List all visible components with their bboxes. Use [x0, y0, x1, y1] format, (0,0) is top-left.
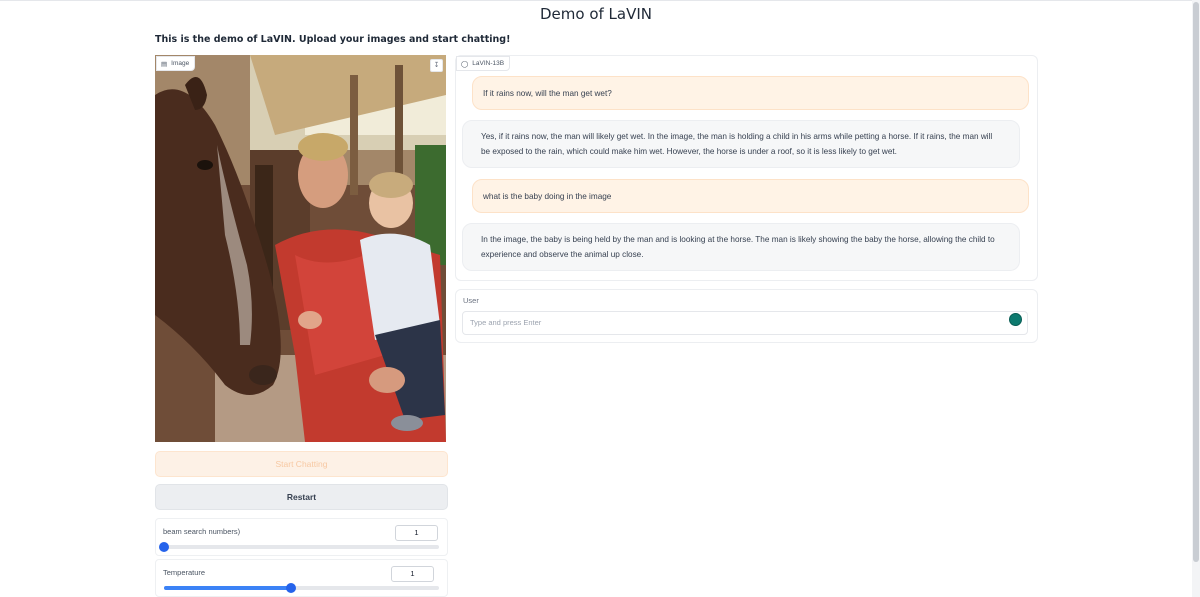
chatbot-label: ◯ LaVIN-13B: [456, 56, 511, 71]
start-chatting-button[interactable]: Start Chatting: [155, 451, 448, 477]
uploaded-image[interactable]: [155, 55, 446, 442]
temperature-number-input[interactable]: 1: [391, 566, 434, 582]
beam-search-number-input[interactable]: 1: [395, 525, 438, 541]
temperature-slider-fill: [164, 586, 291, 590]
temperature-slider-handle[interactable]: [285, 583, 296, 593]
scrollbar-thumb[interactable]: [1193, 2, 1199, 562]
temperature-slider-track[interactable]: [164, 583, 439, 593]
grammarly-icon[interactable]: [1009, 313, 1022, 326]
beam-search-slider-handle[interactable]: [159, 542, 169, 552]
temperature-slider-box: Temperature 1: [155, 559, 448, 597]
user-message: what is the baby doing in the image: [472, 179, 1029, 213]
beam-search-slider-box: beam search numbers) 1: [155, 518, 448, 556]
download-icon: ↧: [433, 62, 440, 69]
beam-search-label: beam search numbers): [163, 527, 241, 536]
photo-horse-man-baby: [155, 55, 446, 442]
user-message: If it rains now, will the man get wet?: [472, 76, 1029, 110]
chat-icon: ◯: [461, 60, 469, 68]
page-scrollbar[interactable]: [1192, 0, 1200, 597]
restart-button[interactable]: Restart: [155, 484, 448, 510]
bot-message: In the image, the baby is being held by …: [462, 223, 1020, 271]
page-title: Demo of LaVIN: [539, 5, 653, 23]
image-icon: ▤: [161, 60, 168, 68]
download-button[interactable]: ↧: [430, 59, 443, 72]
top-border: [0, 0, 1200, 1]
temperature-label: Temperature: [163, 568, 206, 577]
bot-message: Yes, if it rains now, the man will likel…: [462, 120, 1020, 168]
user-input-label: User: [463, 296, 479, 305]
user-text-input[interactable]: Type and press Enter: [462, 311, 1028, 335]
page-subtitle: This is the demo of LaVIN. Upload your i…: [155, 34, 511, 45]
beam-search-slider-track[interactable]: [159, 542, 439, 552]
chatbot-label-text: LaVIN-13B: [472, 60, 505, 67]
image-label: ▤ Image: [156, 56, 196, 71]
image-label-text: Image: [171, 60, 190, 67]
